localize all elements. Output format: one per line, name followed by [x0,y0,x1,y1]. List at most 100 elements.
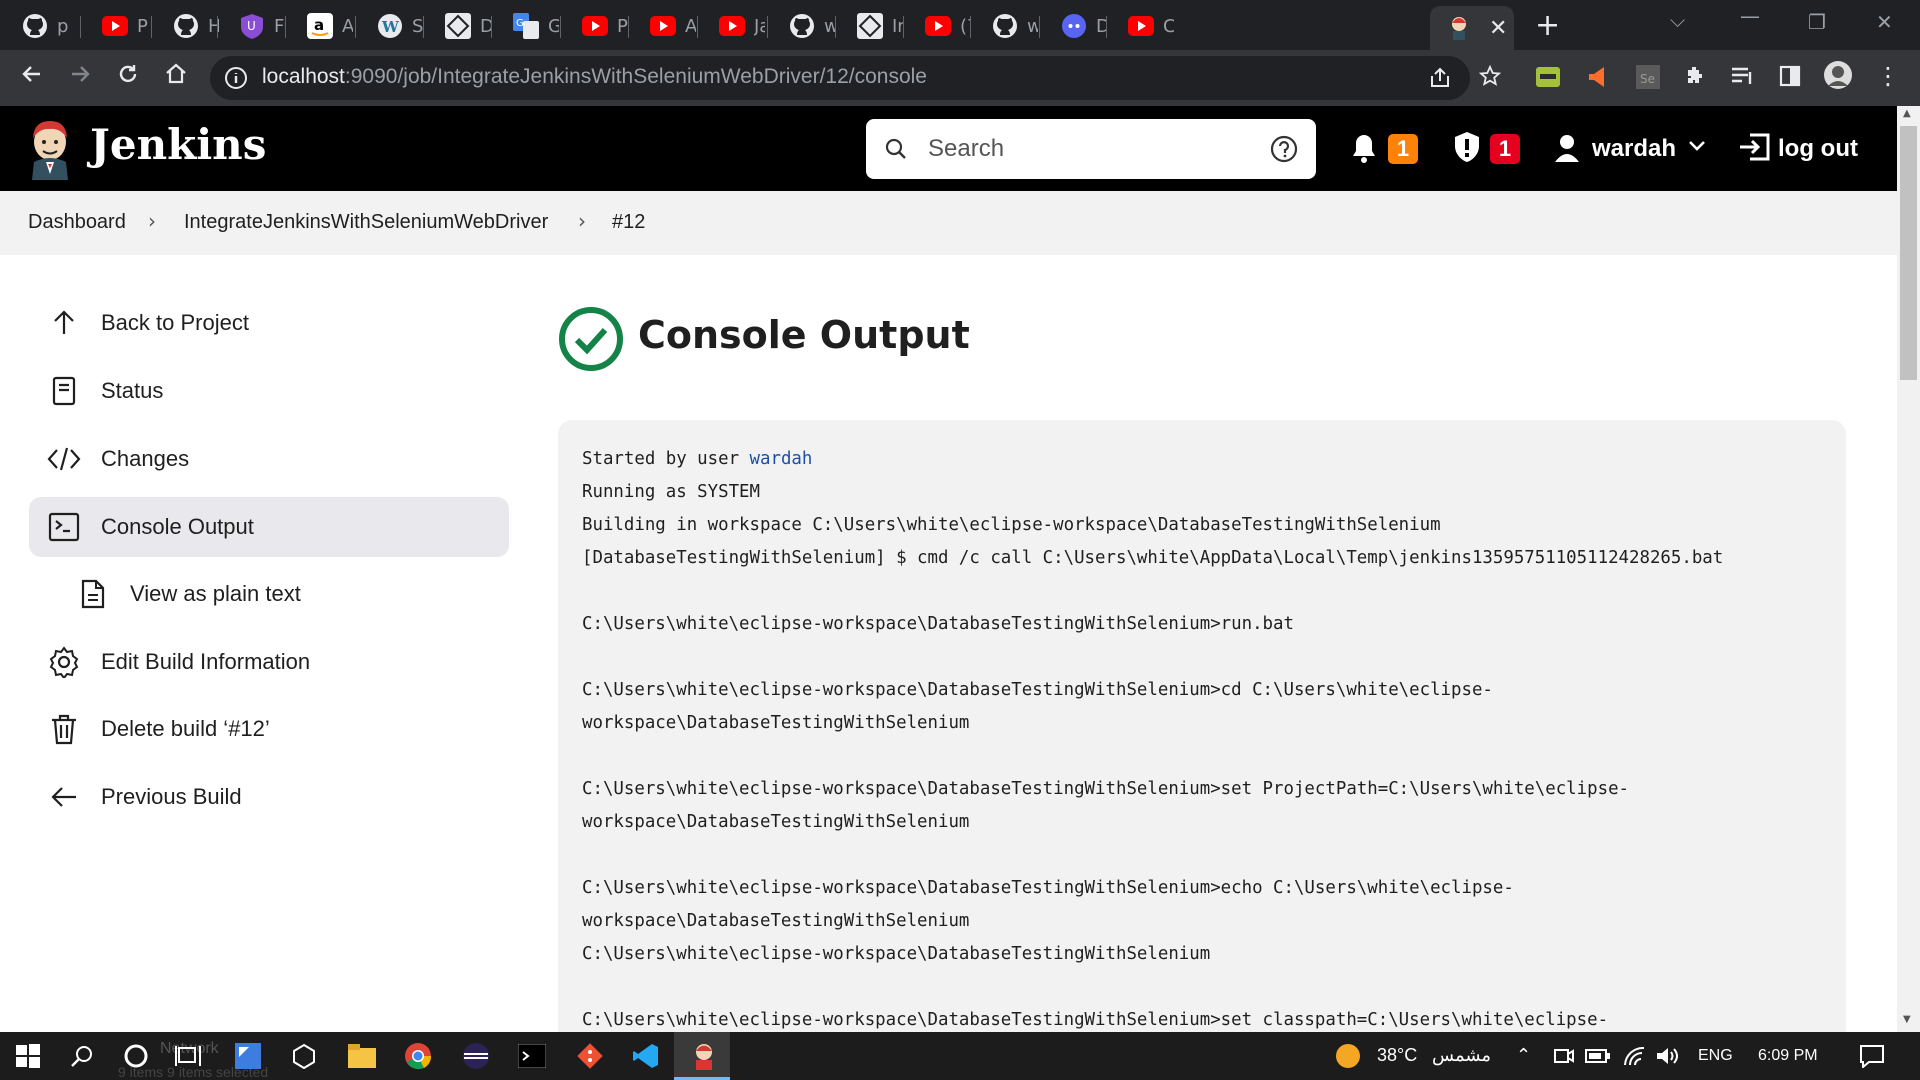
meet-now-icon[interactable] [1550,1042,1578,1070]
scroll-down-arrow[interactable]: ▼ [1903,1014,1911,1025]
action-center-icon[interactable] [1858,1042,1886,1070]
extensions-puzzle-icon[interactable] [1683,64,1707,94]
scrollbar-thumb[interactable] [1900,126,1917,380]
sidebar-item-view-plain-text[interactable]: View as plain text [58,564,509,624]
security-shield-icon[interactable] [1452,130,1482,168]
close-window-button[interactable]: ✕ [1876,10,1893,34]
sidebar-item-back-to-project[interactable]: Back to Project [29,293,509,353]
browser-tab[interactable]: Par [560,8,628,44]
info-icon[interactable] [224,66,248,94]
wifi-icon[interactable] [1620,1042,1648,1070]
browser-tab[interactable]: wa [767,8,835,44]
jenkins-taskbar-icon[interactable] [690,1042,718,1070]
jenkins-logo-text[interactable]: Jenkins [90,120,266,169]
clock-time[interactable]: 6:09 PM [1758,1047,1818,1065]
browser-tab[interactable]: Da [423,8,491,44]
minimize-button[interactable]: — [1740,4,1760,28]
git-icon[interactable] [576,1042,604,1070]
logout-link[interactable]: log out [1778,135,1858,163]
tab-jenkins-active[interactable]: ✕ [1430,6,1514,50]
sidebar-item-previous-build[interactable]: Previous Build [29,767,509,827]
windows-start-icon[interactable] [14,1042,42,1070]
browser-tab[interactable]: U Fur [217,8,285,44]
search-box[interactable] [866,119,1316,179]
extension-selenium-icon[interactable]: Se [1635,64,1661,96]
security-badge[interactable]: 1 [1490,134,1520,164]
share-icon[interactable] [1428,66,1452,94]
file-explorer-icon[interactable] [348,1042,376,1070]
browser-tab[interactable]: a Am [285,8,353,44]
browser-tab[interactable]: Ho [151,8,219,44]
browser-tab[interactable]: pro [0,8,68,44]
started-by-user-link[interactable]: wardah [750,449,813,469]
page-scrollbar[interactable]: ▲ ▼ [1897,106,1920,1032]
task-view-icon[interactable] [174,1042,202,1070]
eclipse-icon[interactable] [462,1042,490,1070]
tab-search-icon[interactable]: ⌵ [1670,8,1685,32]
3d-cube-app-icon[interactable] [290,1042,318,1070]
browser-tab[interactable]: (71 [903,8,971,44]
bookmark-star-icon[interactable] [1478,64,1502,94]
weather-sun-icon[interactable] [1336,1044,1360,1068]
browser-tab[interactable]: wa [970,8,1038,44]
tab-title: Am [342,15,353,37]
kotlin-app-icon[interactable] [234,1042,262,1070]
chrome-icon[interactable] [404,1042,432,1070]
breadcrumb-build[interactable]: #12 [612,211,645,234]
browser-tab[interactable]: Jav [697,8,765,44]
logout-icon[interactable] [1738,132,1772,166]
scroll-up-arrow[interactable]: ▲ [1903,108,1911,119]
reload-button[interactable] [116,62,140,92]
browser-tab[interactable]: Dis [1039,8,1107,44]
browser-tab[interactable]: Per [80,8,148,44]
extension-ninja-icon[interactable] [1535,64,1561,96]
browser-tab[interactable]: G Go [491,8,559,44]
console-line: Started by user [582,449,750,469]
sidebar-item-delete-build[interactable]: Delete build ‘#12’ [29,699,509,759]
site-icon [857,13,883,39]
browser-tab[interactable]: Ch [1106,8,1174,44]
media-queue-icon[interactable] [1730,64,1756,94]
url-text[interactable]: localhost:9090/job/IntegrateJenkinsWithS… [262,65,927,89]
help-icon[interactable] [1270,135,1298,167]
user-name[interactable]: wardah [1592,135,1676,163]
volume-icon[interactable] [1654,1042,1682,1070]
extension-megaphone-icon[interactable] [1586,64,1612,96]
home-button[interactable] [164,62,188,92]
input-language[interactable]: ENG [1698,1047,1733,1065]
browser-menu-icon[interactable]: ⋮ [1876,62,1900,90]
back-button[interactable] [20,62,44,92]
breadcrumb-project[interactable]: IntegrateJenkinsWithSeleniumWebDriver [184,211,548,234]
browser-tab[interactable]: Act [628,8,696,44]
notifications-badge[interactable]: 1 [1388,134,1418,164]
browser-tab[interactable]: W Sin [355,8,423,44]
notifications-bell-icon[interactable] [1350,132,1378,168]
jenkins-logo-icon[interactable] [26,118,74,184]
browser-tab[interactable]: Int [835,8,903,44]
vscode-icon[interactable] [632,1042,660,1070]
profile-avatar[interactable] [1823,60,1853,96]
sidebar-item-changes[interactable]: Changes [29,429,509,489]
sidebar-item-console-output[interactable]: Console Output [29,497,509,557]
weather-temperature[interactable]: 38°C [1377,1045,1417,1066]
console-line: workspace\DatabaseTestingWithSelenium [582,812,970,832]
show-hidden-icons-icon[interactable]: ⌃ [1516,1045,1531,1066]
battery-icon[interactable] [1584,1042,1612,1070]
forward-button[interactable] [68,62,92,92]
sidebar-item-status[interactable]: Status [29,361,509,421]
close-tab-icon[interactable]: ✕ [1489,16,1507,41]
side-panel-icon[interactable] [1778,64,1802,94]
gear-icon [47,645,81,679]
restore-button[interactable]: ❐ [1808,10,1826,34]
tab-separator [285,16,286,38]
new-tab-button[interactable]: + [1535,8,1560,43]
breadcrumb-dashboard[interactable]: Dashboard [28,211,126,234]
command-prompt-icon[interactable] [518,1042,546,1070]
search-input[interactable] [926,131,1230,167]
weather-condition[interactable]: مشمس [1432,1045,1491,1066]
browser-tab-bar: pro PerHo U Fur a Am W Sin Da G Go Par Act Jav wa Int(7… [0,0,1920,50]
sidebar-item-edit-build-information[interactable]: Edit Build Information [29,632,509,692]
chevron-down-icon[interactable] [1688,138,1706,157]
address-bar[interactable]: localhost:9090/job/IntegrateJenkinsWithS… [210,56,1470,100]
taskbar-search-icon[interactable] [68,1042,96,1070]
